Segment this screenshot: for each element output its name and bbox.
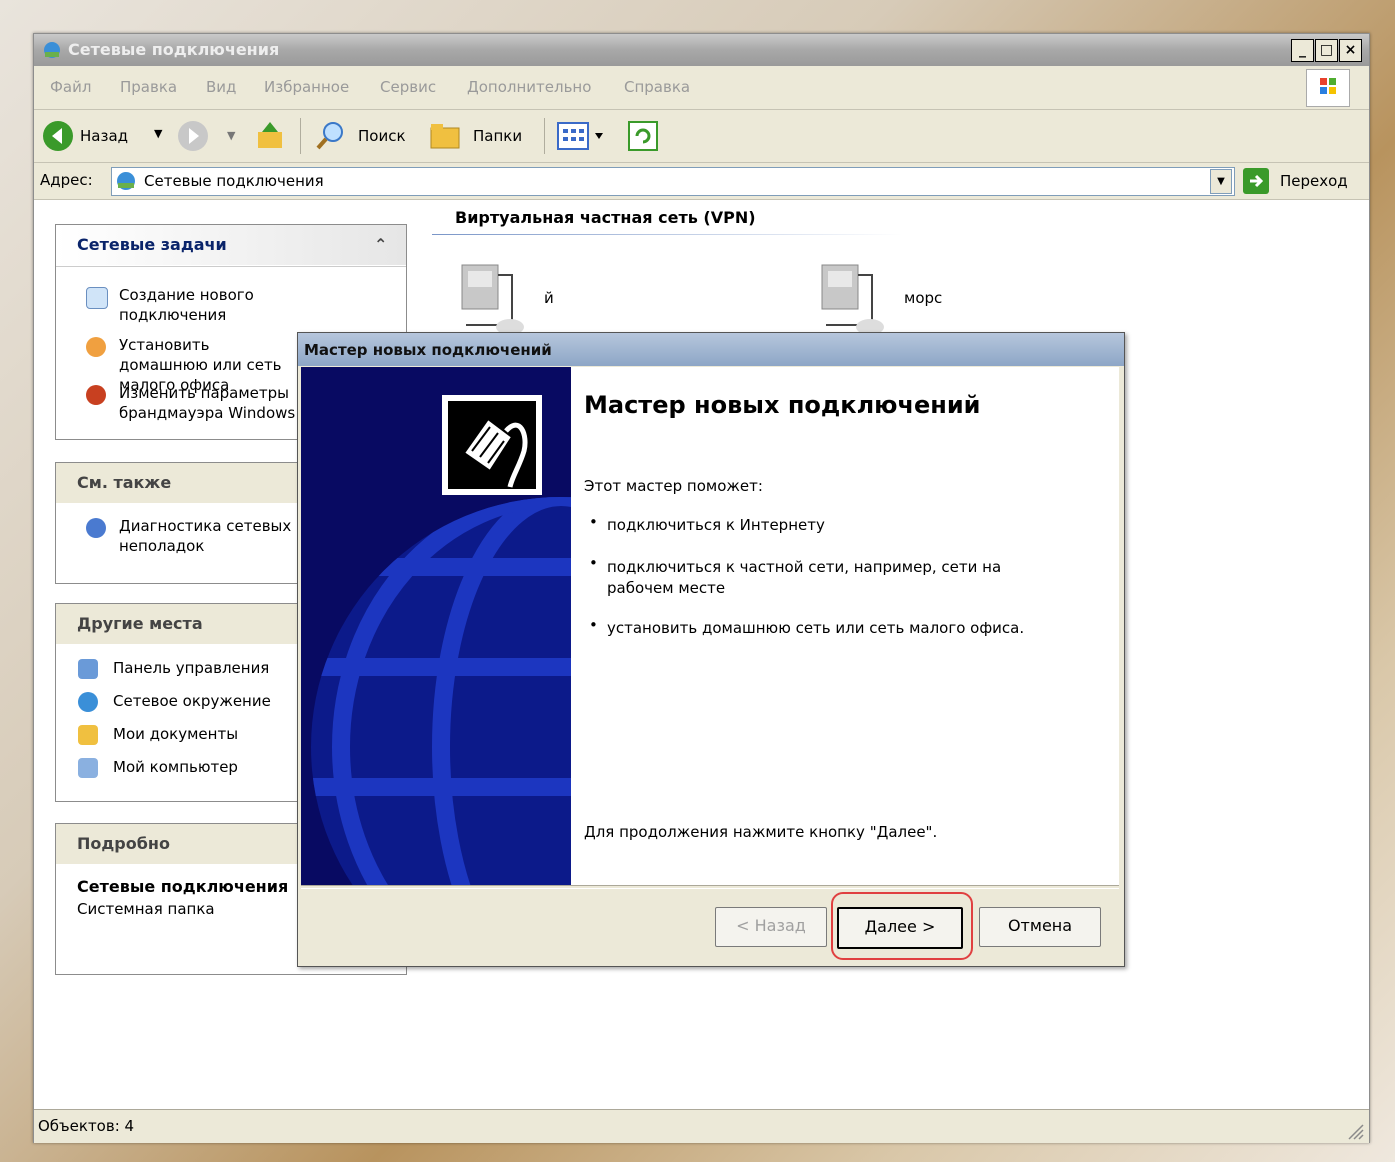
my-computer-icon <box>78 758 98 778</box>
wizard-back-button[interactable]: < Назад <box>715 907 827 947</box>
vpn-connection-icon <box>814 255 894 339</box>
folder-icon <box>429 120 463 156</box>
back-button[interactable]: Назад ▼ <box>42 118 167 154</box>
refresh-icon[interactable] <box>627 120 659 156</box>
separator <box>544 118 545 154</box>
address-label: Адрес: <box>40 171 93 189</box>
details-type: Системная папка <box>77 900 215 918</box>
wizard-content: Мастер новых подключений Этот мастер пом… <box>571 367 1119 885</box>
menu-bar: Файл Правка Вид Избранное Сервис Дополни… <box>34 66 1369 110</box>
link-my-computer[interactable]: Мой компьютер <box>113 757 238 777</box>
wizard-title-bar[interactable]: Мастер новых подключений <box>298 333 1124 366</box>
bullet-icon: • <box>589 554 598 572</box>
minimize-button[interactable]: _ <box>1291 39 1314 62</box>
menu-file[interactable]: Файл <box>50 78 91 96</box>
section-title: Виртуальная частная сеть (VPN) <box>455 208 756 227</box>
search-icon <box>314 120 346 156</box>
folders-label: Папки <box>473 127 523 145</box>
status-text: Объектов: 4 <box>38 1117 135 1135</box>
search-label: Поиск <box>358 127 406 145</box>
menu-edit[interactable]: Правка <box>120 78 177 96</box>
wizard-bullet: подключиться к Интернету <box>607 516 825 534</box>
new-connection-wizard: Мастер новых подключений Мастер новых по… <box>297 332 1125 967</box>
wizard-side-banner <box>301 367 571 885</box>
wizard-bullet: установить домашнюю сеть или сеть малого… <box>607 619 1025 637</box>
go-button[interactable]: Переход <box>1242 166 1362 196</box>
vpn-connection-item[interactable]: й <box>454 255 654 335</box>
home-network-icon <box>86 337 106 357</box>
new-connection-icon <box>86 287 108 309</box>
search-button[interactable]: Поиск <box>314 120 414 152</box>
my-documents-icon <box>78 725 98 745</box>
go-label: Переход <box>1280 172 1348 190</box>
panel-title: Другие места <box>77 614 203 633</box>
address-dropdown-button[interactable]: ▼ <box>1210 169 1232 194</box>
link-network-places[interactable]: Сетевое окружение <box>113 691 271 711</box>
link-control-panel[interactable]: Панель управления <box>113 658 269 678</box>
back-arrow-icon <box>42 120 74 156</box>
resize-grip-icon[interactable] <box>1346 1122 1364 1144</box>
wizard-cancel-button[interactable]: Отмена <box>979 907 1101 947</box>
wizard-separator <box>301 885 1119 889</box>
address-field[interactable]: Сетевые подключения ▼ <box>111 167 1235 196</box>
panel-title: Сетевые задачи <box>77 235 227 254</box>
title-bar[interactable]: Сетевые подключения _ □ × <box>34 34 1369 66</box>
wizard-footer-text: Для продолжения нажмите кнопку "Далее". <box>584 823 938 841</box>
connection-name: морс <box>904 289 943 307</box>
section-divider <box>432 234 902 235</box>
menu-tools[interactable]: Сервис <box>380 78 436 96</box>
next-button-highlight <box>831 892 973 960</box>
control-panel-icon <box>78 659 98 679</box>
wizard-heading: Мастер новых подключений <box>584 391 981 419</box>
vpn-connection-item[interactable]: морс <box>814 255 1014 335</box>
network-folder-icon <box>115 170 137 196</box>
forward-button[interactable] <box>177 120 209 156</box>
menu-advanced[interactable]: Дополнительно <box>467 78 591 96</box>
folders-button[interactable]: Папки <box>429 120 529 152</box>
panel-title: Подробно <box>77 834 170 853</box>
vpn-connection-icon <box>454 255 534 339</box>
panel-title: См. также <box>77 473 172 492</box>
window-title: Сетевые подключения <box>68 40 280 59</box>
chevron-down-icon: ▼ <box>154 127 163 140</box>
details-name: Сетевые подключения <box>77 877 289 896</box>
task-firewall[interactable]: Изменить параметры брандмауэра Windows <box>119 383 299 423</box>
close-button[interactable]: × <box>1339 39 1362 62</box>
address-value: Сетевые подключения <box>144 172 324 190</box>
panel-header[interactable]: Сетевые задачи ⌃ <box>56 225 406 265</box>
connection-name: й <box>544 289 554 307</box>
menu-help[interactable]: Справка <box>624 78 690 96</box>
go-arrow-icon <box>1242 167 1270 199</box>
link-diagnostics[interactable]: Диагностика сетевых неполадок <box>119 516 294 556</box>
chevron-down-icon[interactable]: ▼ <box>227 129 235 142</box>
back-label: Назад <box>80 127 129 145</box>
network-cable-icon <box>442 395 542 495</box>
maximize-button[interactable]: □ <box>1315 39 1338 62</box>
wizard-bullet: подключиться к частной сети, например, с… <box>607 558 1002 597</box>
status-bar: Объектов: 4 <box>34 1109 1369 1143</box>
views-icon[interactable] <box>557 122 607 154</box>
task-new-connection[interactable]: Создание нового подключения <box>119 285 279 325</box>
link-my-documents[interactable]: Мои документы <box>113 724 238 744</box>
bullet-icon: • <box>589 513 598 531</box>
up-folder-icon[interactable] <box>254 120 286 156</box>
collapse-chevron-icon[interactable]: ⌃ <box>374 235 387 254</box>
info-icon <box>86 518 106 538</box>
address-bar: Адрес: Сетевые подключения ▼ Переход <box>34 163 1369 200</box>
wizard-intro: Этот мастер поможет: <box>584 477 763 495</box>
bullet-icon: • <box>589 616 598 634</box>
separator <box>300 118 301 154</box>
wizard-window-title: Мастер новых подключений <box>304 341 552 359</box>
menu-view[interactable]: Вид <box>206 78 236 96</box>
network-folder-icon <box>42 40 62 60</box>
toolbar: Назад ▼ ▼ Поиск Папки <box>34 110 1369 163</box>
windows-logo-icon <box>1306 69 1350 107</box>
firewall-icon <box>86 385 106 405</box>
menu-favorites[interactable]: Избранное <box>264 78 349 96</box>
network-places-icon <box>78 692 98 712</box>
